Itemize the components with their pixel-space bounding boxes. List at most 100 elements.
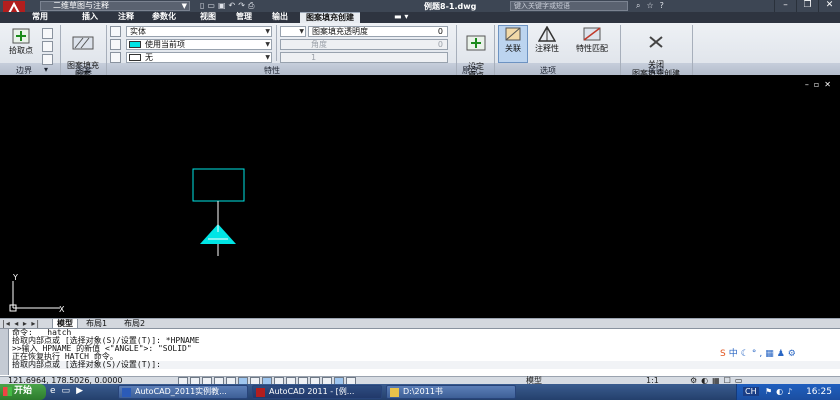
hatch-type-combo[interactable]: 实体 ▼ [126, 26, 272, 37]
tab-insert[interactable]: 插入 [82, 12, 98, 23]
media-icon[interactable]: ▶ [76, 386, 89, 396]
command-line: >>输入 HPNAME 的新值 <"ANGLE">: "SOLID" [12, 344, 192, 353]
divider [276, 25, 277, 61]
panel-expand-icon[interactable]: ▾ [44, 65, 48, 74]
transparency-mode-combo[interactable]: ▼ [280, 26, 306, 37]
panel-title-options: 选项 [540, 66, 556, 75]
remove-boundary-icon[interactable] [42, 41, 53, 52]
pick-points-label: 拾取点 [9, 46, 33, 55]
divider [456, 25, 457, 75]
angle-value: 0 [437, 40, 443, 49]
open-icon[interactable]: ▭ [207, 1, 218, 10]
match-properties-button[interactable]: 特性匹配 [568, 26, 616, 53]
hatch-type-icon [110, 26, 121, 37]
save-icon[interactable]: ▣ [218, 1, 229, 10]
tab-hatch-creation[interactable]: 图案填充创建 [300, 12, 360, 23]
keyboard-icon[interactable]: ▦ [765, 349, 777, 359]
layout-nav-icons[interactable]: |◂ ◂ ▸ ▸| [2, 319, 40, 328]
plot-icon[interactable]: ⎙ [248, 1, 257, 10]
layout-tabs: |◂ ◂ ▸ ▸| 模型 布局1 布局2 [0, 318, 840, 329]
ime-toolbar[interactable]: S中☾°,▦♟⚙ [720, 346, 799, 359]
background-color-combo[interactable]: 无 ▼ [126, 52, 272, 63]
command-window-handle[interactable] [0, 329, 9, 375]
color-swatch [129, 41, 141, 48]
hatch-color-icon [110, 39, 121, 50]
close-icon[interactable]: ✕ [824, 80, 836, 89]
desktop-icon[interactable]: ▭ [62, 386, 77, 396]
tab-layout2[interactable]: 布局2 [124, 319, 145, 328]
tab-output[interactable]: 输出 [272, 12, 288, 23]
ie-icon[interactable]: e [50, 386, 62, 396]
panel-title-boundary: 边界 [16, 66, 32, 75]
svg-text:X: X [59, 305, 65, 314]
star-icon[interactable]: ☆ [646, 1, 659, 10]
sogou-icon[interactable]: S [720, 349, 729, 359]
select-objects-icon[interactable] [42, 28, 53, 39]
tab-annotate[interactable]: 注释 [118, 12, 134, 23]
restore-icon[interactable]: ▫ [814, 80, 824, 89]
taskbar-item-word-doc[interactable]: AutoCAD_2011实例教... [118, 385, 248, 399]
no-color-swatch [129, 54, 141, 61]
clock[interactable]: 16:25 [806, 384, 832, 400]
restore-icon[interactable]: ❐ [796, 0, 818, 12]
angle-label: 角度 [311, 40, 327, 49]
help-icon[interactable]: ? [660, 1, 670, 10]
angle-field[interactable]: 角度 0 [280, 39, 448, 50]
minimize-icon[interactable]: – [805, 80, 814, 89]
tab-home[interactable]: 常用 [32, 12, 48, 23]
match-properties-icon [583, 27, 601, 41]
command-window[interactable]: 命令: _hatch 拾取内部点或 [选择对象(S)/设置(T)]: *HPNA… [0, 328, 840, 376]
tab-layout1[interactable]: 布局1 [86, 319, 107, 328]
model-space-label[interactable]: 模型 [526, 377, 542, 385]
transparency-value: 0 [437, 27, 443, 36]
background-color-value: 无 [145, 53, 153, 62]
hatch-type-value: 实体 [130, 27, 146, 36]
annotation-scale[interactable]: 1:1 [646, 377, 659, 385]
settings-icon[interactable]: ⚙ [788, 349, 799, 359]
search-input[interactable]: 键入关键字或短语 [510, 1, 628, 11]
quick-launch[interactable]: e▭▶ [50, 386, 89, 396]
tab-view[interactable]: 视图 [200, 12, 216, 23]
infocenter-icons[interactable]: ⌕☆? [636, 1, 670, 11]
command-input[interactable]: 拾取内部点或 [选择对象(S)/设置(T)]: [12, 361, 840, 369]
hatch-color-combo[interactable]: 使用当前项 ▼ [126, 39, 272, 50]
status-tray-icons[interactable]: ⚙◐▦☐▭ [690, 377, 746, 385]
tab-extra-icon[interactable]: ▬ ▾ [394, 12, 408, 23]
panel-title-close: 关闭 [648, 66, 664, 75]
minimize-icon[interactable]: – [774, 0, 796, 12]
scale-field[interactable]: 1 [280, 52, 448, 63]
annotative-icon [538, 26, 556, 42]
taskbar-item-label: AutoCAD_2011实例教... [135, 387, 227, 396]
taskbar-item-autocad[interactable]: AutoCAD 2011 - [例... [252, 385, 382, 399]
window-controls[interactable]: – ❐ ✕ [774, 0, 840, 12]
taskbar-item-folder[interactable]: D:\2011书 [386, 385, 516, 399]
chinese-mode-icon[interactable]: 中 [729, 349, 741, 359]
start-button[interactable]: 开始 [0, 384, 46, 400]
tray-icons[interactable]: ⚑◐♪ [765, 387, 796, 396]
hatch-pattern-icon [72, 36, 94, 50]
coordinates-readout: 121.6964, 178.5026, 0.0000 [8, 376, 123, 385]
rectangle-entity[interactable] [192, 168, 245, 202]
background-color-icon [110, 52, 121, 63]
close-icon[interactable]: ✕ [818, 0, 840, 12]
transparency-field[interactable]: 图案填充透明度 0 [308, 26, 448, 37]
drawing-canvas[interactable]: Y X [0, 76, 840, 318]
undo-icon[interactable]: ↶ [229, 1, 239, 10]
user-icon[interactable]: ♟ [777, 349, 788, 359]
tab-manage[interactable]: 管理 [236, 12, 252, 23]
moon-icon[interactable]: ☾ [741, 349, 752, 359]
recreate-boundary-icon[interactable] [42, 54, 53, 65]
quick-access-toolbar[interactable]: ▯▭▣↶↷⎙ [200, 1, 257, 11]
punctuation-icon[interactable]: °, [752, 349, 765, 359]
ime-indicator[interactable]: CH [743, 387, 759, 396]
redo-icon[interactable]: ↷ [238, 1, 248, 10]
associative-button[interactable]: 关联 [498, 25, 528, 63]
pick-points-button[interactable]: 拾取点 [4, 28, 38, 55]
binoculars-icon[interactable]: ⌕ [636, 1, 646, 10]
viewport-controls[interactable]: –▫✕ [805, 80, 836, 89]
associative-label: 关联 [505, 44, 521, 53]
workspace-label: 二维草图与注释 [53, 1, 109, 10]
annotative-button[interactable]: 注释性 [530, 26, 564, 53]
workspace-combo[interactable]: 二维草图与注释 ▼ [40, 1, 190, 11]
tab-parametric[interactable]: 参数化 [152, 12, 176, 23]
